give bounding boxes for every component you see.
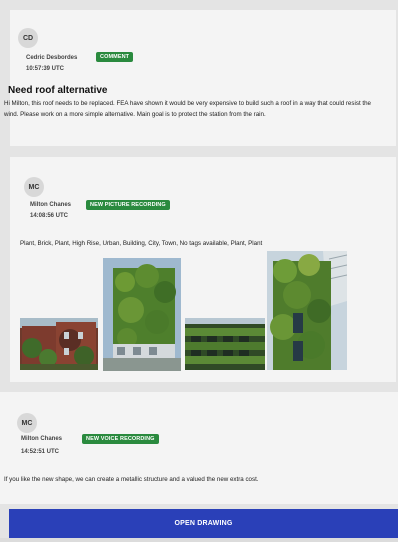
timestamp: 14:52:51 UTC — [21, 449, 60, 455]
photo-tags: Plant, Brick, Plant, High Rise, Urban, B… — [20, 240, 263, 247]
comment-title: Need roof alternative — [8, 85, 108, 96]
bottom-divider — [0, 538, 398, 542]
comment-badge: COMMENT — [96, 52, 134, 62]
photo-thumbnail[interactable] — [20, 318, 98, 370]
ivy-brick-building-image — [20, 318, 98, 370]
author-name: Milton Chanes — [30, 202, 72, 208]
picture-recording-badge: NEW PICTURE RECORDING — [86, 200, 170, 210]
picture-recording-card: MC Milton Chanes NEW PICTURE RECORDING 1… — [10, 157, 396, 382]
author-name: Milton Chanes — [21, 436, 63, 442]
voice-recording-card: MC Milton Chanes NEW VOICE RECORDING 14:… — [0, 392, 398, 504]
photo-thumbnail[interactable] — [185, 318, 265, 370]
voice-recording-badge: NEW VOICE RECORDING — [82, 434, 159, 444]
photo-thumbnail[interactable] — [103, 258, 181, 371]
avatar: MC — [17, 413, 37, 433]
timestamp: 10:57:39 UTC — [26, 66, 65, 72]
open-drawing-button[interactable]: OPEN DRAWING — [9, 509, 398, 538]
voice-transcript: If you like the new shape, we can create… — [4, 476, 259, 483]
photo-thumbnail[interactable] — [267, 251, 347, 370]
green-facade-building-image — [185, 318, 265, 370]
comment-card: CD Cedric Desbordes COMMENT 10:57:39 UTC… — [4, 10, 396, 146]
vertical-garden-tower-image — [267, 251, 347, 370]
author-name: Cedric Desbordes — [26, 55, 78, 61]
avatar: MC — [24, 177, 44, 197]
green-wall-tower-image — [103, 258, 181, 371]
timestamp: 14:08:56 UTC — [30, 213, 69, 219]
activity-feed: CD Cedric Desbordes COMMENT 10:57:39 UTC… — [0, 0, 398, 542]
avatar: CD — [18, 28, 38, 48]
comment-body: Hi Milton, this roof needs to be replace… — [4, 100, 371, 118]
